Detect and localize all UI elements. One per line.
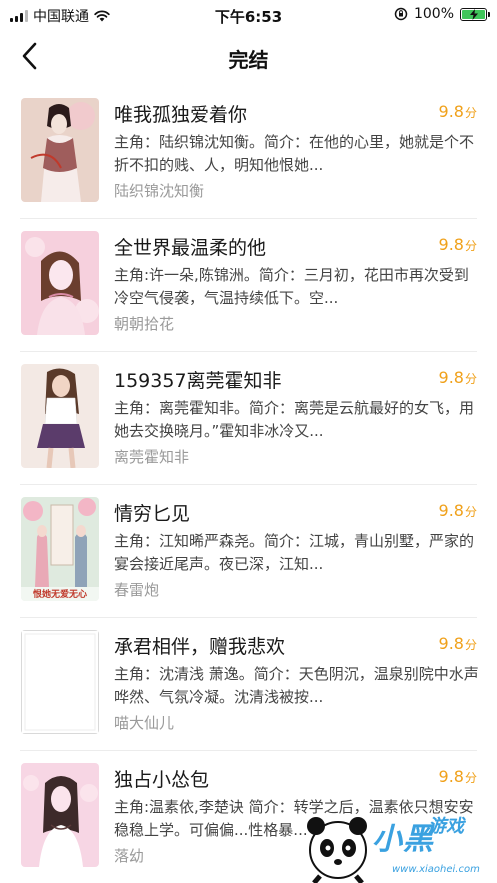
watermark-sub: 游戏	[428, 816, 464, 837]
cover-illustration-girl-pink	[21, 231, 99, 335]
battery-percent: 100%	[413, 6, 454, 22]
book-item[interactable]: 唯我孤独爱着你 9.8分 主角：陆织锦沈知衡。简介：在他的心里，她就是个不折不扣…	[0, 86, 497, 219]
score-value: 9.8	[438, 501, 464, 520]
score-unit: 分	[464, 239, 477, 253]
status-bar: 中国联通 下午6:53 100%	[0, 0, 497, 30]
book-score: 9.8分	[439, 501, 477, 520]
book-score: 9.8分	[439, 368, 477, 387]
book-description: 主角：江知晞严森尧。简介：江城，青山别墅，严家的宴会接近尾声。夜已深，江知...	[114, 532, 475, 573]
book-author: 喵大仙儿	[114, 714, 175, 732]
score-unit: 分	[464, 106, 477, 120]
book-title: 情穷匕见	[114, 503, 191, 525]
book-author: 落幼	[114, 847, 145, 865]
book-author: 春雷炮	[114, 581, 160, 599]
book-score: 9.8分	[439, 235, 477, 254]
panda-mascot-icon	[307, 817, 367, 883]
cover-caption: 恨她无爱无心	[33, 588, 87, 600]
score-unit: 分	[464, 771, 477, 785]
book-cover[interactable]	[21, 630, 99, 734]
book-title: 唯我孤独爱着你	[114, 104, 248, 126]
nav-bar: 完结	[0, 30, 497, 84]
cover-illustration-schoolgirl	[21, 364, 99, 468]
book-cover[interactable]	[21, 98, 99, 202]
book-item[interactable]: 全世界最温柔的他 9.8分 主角:许一朵,陈锦洲。简介：三月初，花田市再次受到冷…	[0, 219, 497, 352]
book-item[interactable]: 恨她无爱无心 情穷匕见 9.8分 主角：江知晞严森尧。简介：江城，青山别墅，严家…	[0, 485, 497, 618]
cover-illustration-girl-flowers	[21, 763, 99, 867]
battery-icon	[460, 7, 490, 21]
book-score: 9.8分	[439, 767, 477, 786]
cover-illustration-woman-hanfu	[21, 98, 99, 202]
book-cover[interactable]	[21, 763, 99, 867]
status-right: 100%	[394, 6, 490, 22]
book-cover[interactable]	[21, 231, 99, 335]
cover-placeholder	[21, 630, 99, 734]
score-value: 9.8	[438, 767, 464, 786]
book-description: 主角:许一朵,陈锦洲。简介：三月初，花田市再次受到冷空气侵袭，气温持续低下。空.…	[114, 266, 469, 307]
page-title: 完结	[228, 48, 269, 72]
watermark-brand: 小黑	[372, 822, 434, 857]
book-score: 9.8分	[439, 634, 477, 653]
charging-bolt-icon	[470, 8, 478, 20]
score-value: 9.8	[438, 634, 464, 653]
book-title: 159357离莞霍知非	[114, 370, 282, 392]
book-title: 承君相伴，赠我悲欢	[114, 636, 286, 658]
book-item[interactable]: 承君相伴，赠我悲欢 9.8分 主角：沈清浅 萧逸。简介：天色阴沉，温泉别院中水声…	[0, 618, 497, 751]
book-item[interactable]: 159357离莞霍知非 9.8分 主角：离莞霍知非。简介：离莞是云航最好的女飞，…	[0, 352, 497, 485]
book-score: 9.8分	[439, 102, 477, 121]
score-unit: 分	[464, 372, 477, 386]
score-value: 9.8	[438, 102, 464, 121]
book-description: 主角：离莞霍知非。简介：离莞是云航最好的女飞，用她去交换晓月。”霍知非冰冷又..…	[114, 399, 475, 440]
orientation-lock-icon	[394, 7, 408, 21]
score-value: 9.8	[438, 235, 464, 254]
watermark: 小黑 游戏 www.xiaohei.com	[300, 808, 497, 883]
book-author: 离莞霍知非	[114, 448, 190, 466]
book-description: 主角：沈清浅 萧逸。简介：天色阴沉，温泉别院中水声哗然、气氛冷凝。沈清浅被按..…	[114, 665, 479, 706]
book-description: 主角：陆织锦沈知衡。简介：在他的心里，她就是个不折不扣的贱、人，明知他恨她...	[114, 133, 475, 174]
watermark-url: www.xiaohei.com	[392, 864, 480, 875]
book-author: 陆织锦沈知衡	[114, 182, 205, 200]
book-title: 独占小怂包	[114, 769, 210, 791]
score-unit: 分	[464, 638, 477, 652]
book-cover[interactable]	[21, 364, 99, 468]
book-author: 朝朝拾花	[114, 315, 175, 333]
book-cover[interactable]: 恨她无爱无心	[21, 497, 99, 601]
cover-illustration-garden-couple: 恨她无爱无心	[21, 497, 99, 601]
book-title: 全世界最温柔的他	[114, 237, 267, 259]
score-value: 9.8	[438, 368, 464, 387]
score-unit: 分	[464, 505, 477, 519]
